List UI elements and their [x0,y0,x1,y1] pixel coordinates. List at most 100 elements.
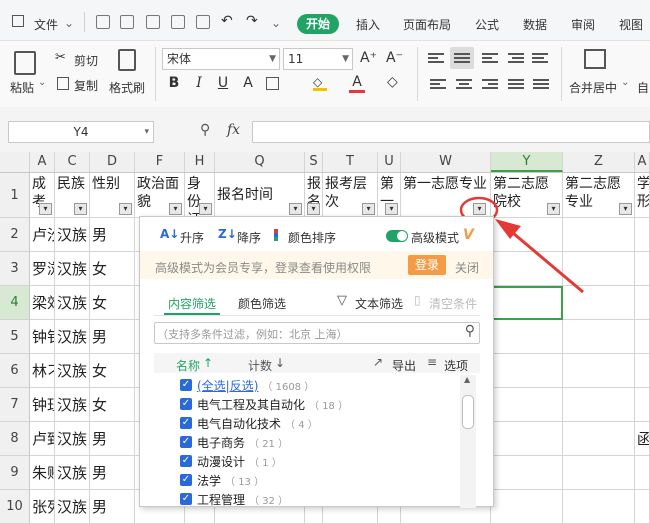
row-header[interactable]: 6 [0,354,30,388]
header-cell[interactable]: 性别 ▾ [90,173,135,218]
file-menu[interactable]: 文件 [34,16,58,33]
sort-ascending-button[interactable]: 升序 [180,229,204,246]
table-cell-gender[interactable]: 女 [90,354,135,388]
filter-item-checkbox[interactable]: ✓ [180,398,192,410]
tab-view[interactable]: 视图 [619,16,643,33]
row-header[interactable]: 9 [0,456,30,490]
table-cell[interactable] [491,490,563,524]
header-cell[interactable]: 第一志愿专业 ▾ [401,173,491,218]
name-sort-header[interactable]: 名称 [176,357,200,374]
table-cell-gender[interactable]: 男 [90,320,135,354]
table-cell-ethnicity[interactable]: 汉族 [55,490,90,524]
cut-button[interactable]: 剪切 [74,52,98,69]
column-header[interactable]: D [90,152,135,172]
font-size-select[interactable]: 11 ▼ [283,48,353,70]
table-cell[interactable]: 函 [635,422,650,456]
filter-dropdown-button[interactable]: ▾ [289,203,302,215]
column-header-selected[interactable]: Y [491,152,563,172]
table-cell-name[interactable]: 卢汐 [30,218,55,252]
column-header[interactable]: U [378,152,401,172]
header-cell[interactable]: 政治面貌 ▾ [135,173,185,218]
merge-center-icon[interactable] [584,49,606,69]
table-cell[interactable] [635,354,650,388]
table-cell[interactable] [563,388,635,422]
filter-dropdown-button-active[interactable]: ▾ [473,203,486,215]
table-cell-gender[interactable]: 女 [90,286,135,320]
table-cell[interactable] [635,320,650,354]
filter-item[interactable]: 法学（ 13 ） [197,472,264,489]
filter-dropdown-button[interactable]: ▾ [39,203,52,215]
row-header[interactable]: 5 [0,320,30,354]
filter-item[interactable]: (全选|反选) （ 1608 ） [197,377,314,394]
align-left-icon[interactable] [430,79,446,91]
filter-dropdown-button[interactable]: ▾ [169,203,182,215]
formula-input[interactable] [252,121,650,143]
header-cell[interactable]: 报考层次 ▾ [323,173,378,218]
filter-item-checkbox[interactable]: ✓ [180,379,192,391]
table-cell-gender[interactable]: 男 [90,456,135,490]
table-cell[interactable] [635,388,650,422]
menu-grid-icon[interactable] [12,15,24,27]
copy-button[interactable]: 复制 [74,77,98,94]
column-header[interactable]: C [55,152,90,172]
table-cell-ethnicity[interactable]: 汉族 [55,456,90,490]
table-cell[interactable] [491,388,563,422]
column-header[interactable]: F [135,152,185,172]
table-cell[interactable] [491,252,563,286]
color-sort-button[interactable]: 颜色排序 [288,229,336,246]
table-cell[interactable] [563,320,635,354]
table-cell-gender[interactable]: 男 [90,218,135,252]
tab-insert[interactable]: 插入 [356,16,380,33]
advanced-mode-toggle[interactable] [386,230,408,242]
trash-icon[interactable]: ▯ [414,293,421,307]
save-icon[interactable] [146,15,160,29]
tab-data[interactable]: 数据 [523,16,547,33]
table-cell[interactable] [563,218,635,252]
filter-item[interactable]: 工程管理（ 32 ） [197,491,288,508]
tab-page-layout[interactable]: 页面布局 [403,16,451,33]
column-header[interactable]: T [323,152,378,172]
filter-item[interactable]: 动漫设计（ 1 ） [197,453,282,470]
options-icon[interactable]: ≡ [427,355,437,369]
filter-dropdown-button[interactable]: ▾ [307,203,320,215]
list-scrollbar-thumb[interactable] [462,395,474,429]
table-cell[interactable] [563,286,635,320]
table-cell[interactable] [635,252,650,286]
paste-icon[interactable] [14,51,36,75]
align-middle-icon[interactable] [454,53,470,65]
font-color-button[interactable]: A [349,74,365,93]
filter-search-input[interactable]: （支持多条件过滤，例如：北京 上海） ⚲ [154,322,480,344]
filter-dropdown-button[interactable]: ▾ [119,203,132,215]
clear-format-icon[interactable]: ◇ [387,74,398,90]
tab-start[interactable]: 开始 [297,14,339,34]
align-bottom-icon[interactable] [482,53,498,65]
table-cell-ethnicity[interactable]: 汉族 [55,422,90,456]
font-name-select[interactable]: 宋体 ▼ [162,48,280,70]
paste-button[interactable]: 粘贴 [10,79,34,96]
table-cell[interactable] [635,286,650,320]
header-cell[interactable]: 报名 ▾ [305,173,323,218]
name-box[interactable]: Y4 ▾ [8,121,154,143]
table-cell-ethnicity[interactable]: 汉族 [55,286,90,320]
print-icon[interactable] [171,15,185,29]
border-icon[interactable] [266,77,279,90]
filter-item-checkbox[interactable]: ✓ [180,455,192,467]
table-cell-gender[interactable]: 女 [90,388,135,422]
filter-dropdown-button[interactable]: ▾ [385,203,398,215]
search-icon[interactable]: ⚲ [465,323,475,339]
tab-review[interactable]: 审阅 [571,16,595,33]
table-cell-name[interactable]: 钟钅 [30,320,55,354]
table-cell[interactable] [563,422,635,456]
corner-select-all[interactable] [0,152,30,172]
header-cell[interactable]: 报名时间 ▾ [215,173,305,218]
tab-content-filter[interactable]: 内容筛选 [168,295,216,312]
align-center-icon[interactable] [456,79,472,91]
funnel-icon[interactable]: ▽ [337,293,347,308]
table-cell-name[interactable]: 钟珏 [30,388,55,422]
filter-dropdown-button[interactable]: ▾ [547,203,560,215]
sort-descending-button[interactable]: 降序 [237,229,261,246]
column-header[interactable]: A [30,152,55,172]
bold-button[interactable]: B [166,75,182,91]
header-cell[interactable]: 民族 ▾ [55,173,90,218]
auto-wrap-button[interactable]: 自 [637,79,649,96]
